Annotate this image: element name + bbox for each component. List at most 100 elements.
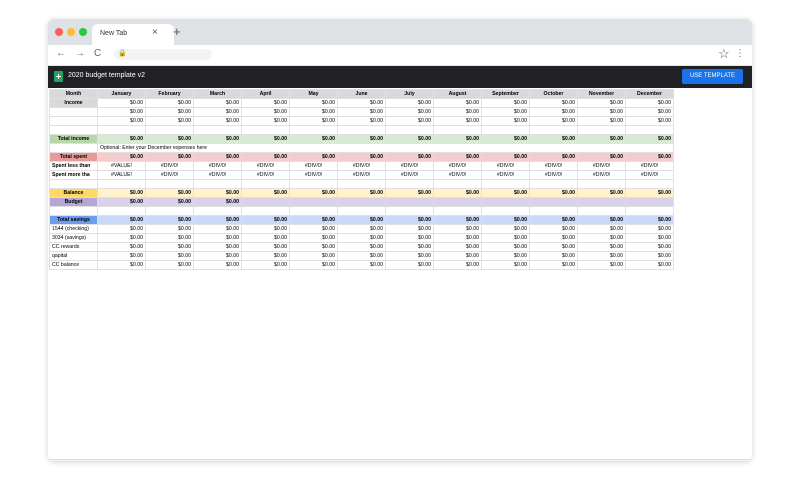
month-cell[interactable]: $0.00 [481,260,530,270]
month-cell[interactable]: $0.00 [385,260,434,270]
month-cell[interactable]: $0.00 [97,215,146,225]
month-cell[interactable]: $0.00 [337,107,386,117]
month-header-cell[interactable]: June [337,89,386,99]
month-cell[interactable]: $0.00 [193,98,242,108]
month-cell[interactable]: $0.00 [97,233,146,243]
error-cell[interactable]: #DIV/0! [433,161,482,171]
month-cell[interactable]: $0.00 [529,251,578,261]
empty-cell[interactable] [385,125,434,135]
month-cell[interactable]: $0.00 [337,116,386,126]
month-cell[interactable]: $0.00 [385,152,434,162]
empty-cell[interactable] [625,179,674,189]
empty-cell[interactable] [577,206,626,216]
month-cell[interactable]: $0.00 [481,188,530,198]
empty-cell[interactable] [49,125,98,135]
month-cell[interactable]: $0.00 [241,152,290,162]
month-cell[interactable]: $0.00 [193,188,242,198]
empty-cell[interactable] [481,197,530,207]
empty-cell[interactable] [337,179,386,189]
month-cell[interactable]: $0.00 [241,233,290,243]
empty-cell[interactable] [145,179,194,189]
month-header-cell[interactable]: August [433,89,482,99]
month-cell[interactable]: $0.00 [145,224,194,234]
month-cell[interactable]: $0.00 [481,116,530,126]
month-cell[interactable]: $0.00 [289,242,338,252]
empty-cell[interactable] [433,179,482,189]
month-cell[interactable]: $0.00 [289,116,338,126]
month-cell[interactable]: $0.00 [529,260,578,270]
empty-cell[interactable] [289,125,338,135]
month-header-cell[interactable]: November [577,89,626,99]
back-icon[interactable]: ← [56,48,66,59]
error-cell[interactable]: #DIV/0! [577,161,626,171]
month-cell[interactable]: $0.00 [289,224,338,234]
error-cell[interactable]: #DIV/0! [145,170,194,180]
minimize-window-button[interactable] [67,28,75,36]
month-cell[interactable]: $0.00 [433,107,482,117]
month-cell[interactable]: $0.00 [193,116,242,126]
month-cell[interactable]: $0.00 [337,251,386,261]
month-cell[interactable]: $0.00 [433,116,482,126]
total-savings-label[interactable]: Total savings [49,215,98,225]
month-cell[interactable]: $0.00 [433,224,482,234]
month-cell[interactable]: $0.00 [481,107,530,117]
month-cell[interactable]: $0.00 [145,116,194,126]
month-cell[interactable]: $0.00 [625,233,674,243]
month-cell[interactable]: $0.00 [241,188,290,198]
empty-cell[interactable] [625,206,674,216]
month-cell[interactable]: $0.00 [529,233,578,243]
empty-cell[interactable] [433,197,482,207]
month-cell[interactable]: $0.00 [625,224,674,234]
month-cell[interactable]: $0.00 [145,107,194,117]
month-cell[interactable]: $0.00 [193,242,242,252]
empty-cell[interactable] [289,206,338,216]
month-cell[interactable]: $0.00 [337,98,386,108]
spent-more-label[interactable]: Spent more tha [49,170,98,180]
month-cell[interactable]: $0.00 [193,107,242,117]
maximize-window-button[interactable] [79,28,87,36]
month-cell[interactable]: $0.00 [337,215,386,225]
error-cell[interactable]: #DIV/0! [385,170,434,180]
empty-cell[interactable] [433,125,482,135]
spent-less-label[interactable]: Spent less than [49,161,98,171]
month-cell[interactable]: $0.00 [385,224,434,234]
empty-cell[interactable] [529,206,578,216]
browser-menu-icon[interactable]: ⋮ [735,48,745,59]
month-cell[interactable]: $0.00 [385,215,434,225]
month-header-cell[interactable]: December [625,89,674,99]
month-cell[interactable]: $0.00 [145,188,194,198]
month-cell[interactable]: $0.00 [145,251,194,261]
month-cell[interactable]: $0.00 [577,242,626,252]
month-cell[interactable]: $0.00 [241,224,290,234]
total-income-label[interactable]: Total income [49,134,98,144]
empty-cell[interactable] [337,206,386,216]
month-cell[interactable]: $0.00 [97,152,146,162]
empty-cell[interactable] [241,206,290,216]
month-cell[interactable]: $0.00 [577,116,626,126]
month-cell[interactable]: $0.00 [337,152,386,162]
budget-label[interactable]: Budget [49,197,98,207]
month-header-cell[interactable]: April [241,89,290,99]
error-cell[interactable]: #DIV/0! [241,170,290,180]
month-cell[interactable]: $0.00 [433,233,482,243]
spreadsheet-area[interactable]: Month January February March April May June Jul… [48,88,752,457]
month-cell[interactable]: $0.00 [241,107,290,117]
account-label[interactable]: qapital [49,251,98,261]
month-cell[interactable]: $0.00 [193,251,242,261]
month-cell[interactable]: $0.00 [577,251,626,261]
month-cell[interactable]: $0.00 [529,152,578,162]
month-cell[interactable]: $0.00 [577,224,626,234]
account-label[interactable]: 1544 (checking) [49,224,98,234]
month-cell[interactable]: $0.00 [241,116,290,126]
empty-cell[interactable] [49,206,98,216]
error-cell[interactable]: #DIV/0! [337,170,386,180]
month-cell[interactable]: $0.00 [97,242,146,252]
month-cell[interactable]: $0.00 [289,134,338,144]
reload-icon[interactable]: C [94,48,101,59]
month-cell[interactable]: $0.00 [433,152,482,162]
month-cell[interactable]: $0.00 [337,233,386,243]
empty-cell[interactable] [241,179,290,189]
month-cell[interactable]: $0.00 [385,188,434,198]
month-cell[interactable]: $0.00 [145,98,194,108]
account-label[interactable]: CC balance [49,260,98,270]
